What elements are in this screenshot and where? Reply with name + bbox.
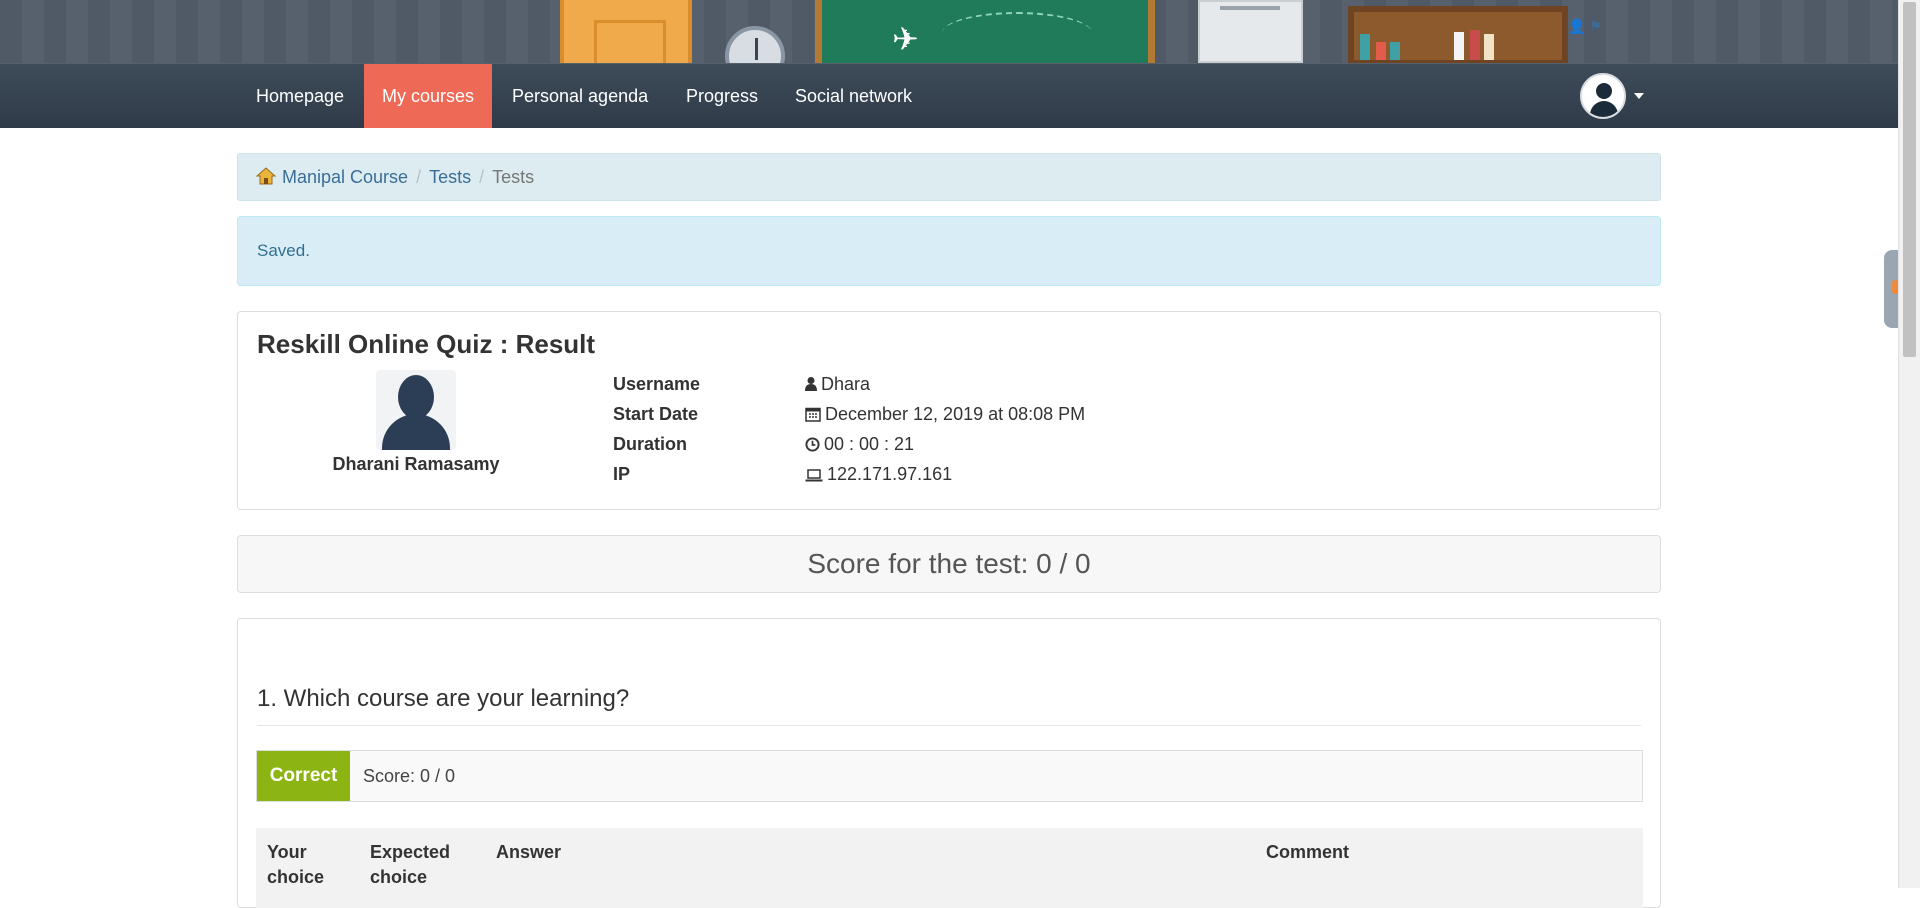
- nav-progress[interactable]: Progress: [668, 64, 776, 128]
- ip-value: 122.171.97.161: [805, 464, 952, 485]
- chevron-down-icon[interactable]: [1634, 93, 1644, 99]
- photo-head: [398, 375, 434, 419]
- book: [1454, 32, 1464, 60]
- start-date-label: Start Date: [613, 404, 699, 424]
- vertical-scrollbar[interactable]: [1898, 0, 1920, 888]
- user-menu-avatar[interactable]: [1580, 73, 1626, 119]
- dashed-path: [942, 12, 1092, 54]
- avatar-head: [1596, 83, 1612, 99]
- ip-label: IP: [613, 464, 631, 484]
- nav-personal-agenda[interactable]: Personal agenda: [494, 64, 666, 128]
- header-banner: ✈ 👤 ⚑: [0, 0, 1898, 63]
- start-date-text: December 12, 2019 at 08:08 PM: [825, 404, 1086, 424]
- column-expected-choice: Expected choice: [370, 842, 451, 887]
- scrollbar-thumb[interactable]: [1903, 2, 1916, 357]
- ip-text: 122.171.97.161: [827, 464, 953, 484]
- nav-homepage[interactable]: Homepage: [238, 64, 362, 128]
- test-score-panel: Score for the test: 0 / 0: [237, 535, 1661, 593]
- duration-value: 00 : 00 : 21: [805, 434, 914, 455]
- top-right-icons: 👤 ⚑: [1568, 18, 1602, 35]
- calendar-icon: [805, 407, 821, 422]
- username-label: Username: [613, 374, 701, 394]
- breadcrumb-separator: /: [416, 167, 422, 187]
- bookshelf-illustration: [1348, 6, 1568, 63]
- column-comment: Comment: [1266, 842, 1350, 862]
- book: [1376, 42, 1386, 60]
- answers-table-header: Your choice Expected choice Answer Comme…: [256, 828, 1643, 908]
- column-your-choice: Your choice: [267, 842, 325, 887]
- username-text: Dhara: [821, 374, 871, 394]
- main-navbar: Homepage My courses Personal agenda Prog…: [0, 63, 1898, 128]
- question-result-bar: Correct Score: 0 / 0: [256, 750, 1643, 802]
- breadcrumb-separator: /: [479, 167, 485, 187]
- result-panel: Reskill Online Quiz : Result Dharani Ram…: [237, 311, 1661, 510]
- test-score-text: Score for the test: 0 / 0: [807, 548, 1091, 579]
- breadcrumb-course-link[interactable]: Manipal Course: [282, 167, 408, 187]
- nav-social-network[interactable]: Social network: [777, 64, 930, 128]
- side-feedback-tab[interactable]: [1884, 250, 1898, 328]
- nav-my-courses[interactable]: My courses: [364, 64, 493, 128]
- book: [1360, 34, 1370, 60]
- duration-label: Duration: [613, 434, 687, 454]
- flag-icon[interactable]: ⚑: [1589, 18, 1602, 34]
- question-panel: 1. Which course are your learning? Corre…: [237, 618, 1661, 908]
- duration-text: 00 : 00 : 21: [824, 434, 915, 454]
- avatar-body: [1590, 101, 1618, 117]
- paper-illustration: [1198, 0, 1303, 63]
- user-fullname: Dharani Ramasamy: [332, 454, 500, 474]
- laptop-icon: [805, 469, 823, 482]
- chalkboard-illustration: ✈: [815, 0, 1155, 63]
- clock-illustration: [725, 26, 785, 63]
- photo-body: [382, 414, 450, 450]
- user-icon[interactable]: 👤: [1568, 18, 1585, 34]
- clock-icon: [805, 437, 820, 452]
- username-value: Dhara: [805, 374, 870, 395]
- column-answer: Answer: [496, 842, 562, 862]
- result-title: Reskill Online Quiz : Result: [257, 329, 596, 359]
- user-icon: [805, 377, 817, 391]
- breadcrumb: Manipal Course / Tests / Tests: [237, 153, 1661, 201]
- book: [1390, 42, 1400, 60]
- breadcrumb-tests-link[interactable]: Tests: [429, 167, 471, 187]
- breadcrumb-current: Tests: [492, 167, 535, 187]
- question-score: Score: 0 / 0: [363, 766, 456, 786]
- door-illustration: [560, 0, 692, 63]
- paper-plane-icon: ✈: [892, 21, 919, 57]
- book: [1484, 34, 1494, 60]
- book: [1470, 30, 1480, 60]
- question-title: 1. Which course are your learning?: [257, 685, 1641, 726]
- correct-status-badge: Correct: [257, 751, 350, 801]
- user-photo: [376, 370, 456, 450]
- home-icon[interactable]: [256, 167, 276, 185]
- saved-alert: Saved.: [237, 216, 1661, 286]
- start-date-value: December 12, 2019 at 08:08 PM: [805, 404, 1085, 425]
- alert-message: Saved.: [257, 241, 310, 260]
